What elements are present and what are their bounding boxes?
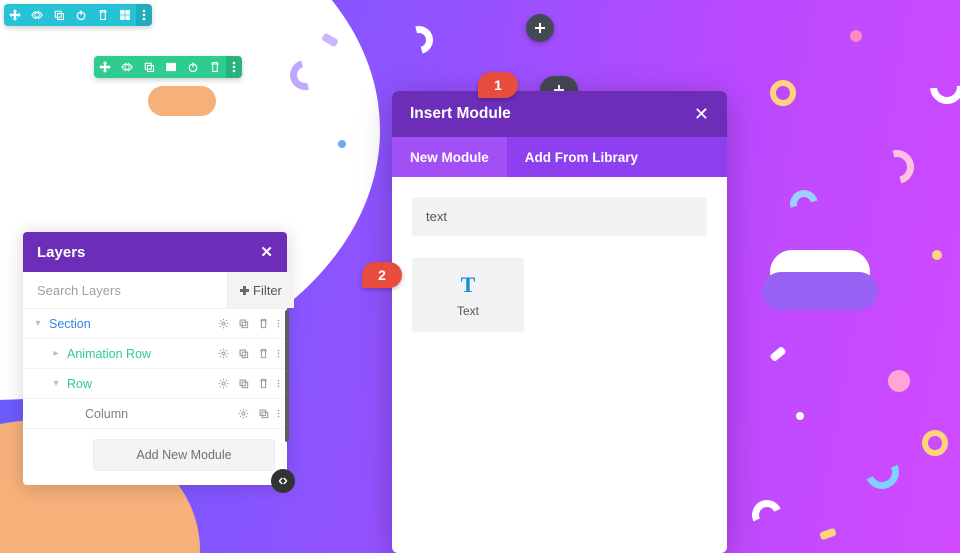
modal-tabs: New Module Add From Library — [392, 137, 727, 177]
layers-title: Layers — [37, 244, 85, 261]
layers-panel: Layers ✕ Filter ▾Section▸Animation Row▾R… — [23, 232, 287, 485]
gear-icon[interactable] — [213, 344, 233, 364]
confetti-dot — [338, 140, 346, 148]
trash-icon[interactable] — [253, 314, 273, 334]
more-icon[interactable] — [136, 4, 152, 26]
add-new-module-label: Add New Module — [136, 448, 231, 462]
more-icon[interactable] — [273, 378, 283, 389]
confetti-arc — [400, 21, 438, 59]
gear-icon[interactable] — [116, 56, 138, 78]
power-icon[interactable] — [70, 4, 92, 26]
close-icon[interactable]: ✕ — [694, 104, 709, 125]
module-result-text[interactable]: T Text — [412, 258, 524, 332]
layer-label[interactable]: Animation Row — [63, 347, 213, 361]
page-canvas: Layers ✕ Filter ▾Section▸Animation Row▾R… — [0, 0, 960, 553]
gear-icon[interactable] — [213, 374, 233, 394]
confetti-arc — [860, 450, 904, 494]
layer-row: ▾Row — [23, 369, 287, 399]
layer-label[interactable]: Section — [45, 317, 213, 331]
chevron-icon[interactable]: ▾ — [49, 378, 63, 389]
duplicate-icon[interactable] — [48, 4, 70, 26]
resize-handle[interactable] — [271, 469, 295, 493]
close-icon[interactable]: ✕ — [260, 243, 273, 261]
move-icon[interactable] — [4, 4, 26, 26]
chevron-icon[interactable]: ▸ — [49, 348, 63, 359]
confetti-dot — [888, 370, 910, 392]
duplicate-icon[interactable] — [233, 314, 253, 334]
text-icon: T — [461, 272, 476, 298]
scrollbar-thumb[interactable] — [285, 310, 289, 442]
duplicate-icon[interactable] — [233, 344, 253, 364]
confetti-dot — [850, 30, 862, 42]
confetti-arc — [785, 185, 823, 223]
row-toolbar — [94, 56, 242, 78]
confetti-arc — [748, 496, 786, 534]
add-section-button[interactable] — [526, 14, 554, 42]
more-icon[interactable] — [226, 56, 242, 78]
section-toolbar — [4, 4, 152, 26]
annotation-badge-1: 1 — [478, 72, 518, 98]
modal-body: T Text — [392, 177, 727, 352]
chevron-icon[interactable]: ▾ — [31, 318, 45, 329]
grid-icon[interactable] — [114, 4, 136, 26]
duplicate-icon[interactable] — [253, 404, 273, 424]
layer-label[interactable]: Column — [81, 407, 233, 421]
module-result-label: Text — [457, 304, 479, 318]
layers-search-row: Filter — [23, 272, 287, 309]
duplicate-icon[interactable] — [138, 56, 160, 78]
tab-label: Add From Library — [525, 150, 638, 165]
trash-icon[interactable] — [92, 4, 114, 26]
add-new-module-button[interactable]: Add New Module — [93, 439, 275, 471]
trash-icon[interactable] — [204, 56, 226, 78]
confetti-rect — [769, 346, 786, 362]
filter-button[interactable]: Filter — [227, 272, 294, 308]
confetti-dot — [932, 250, 942, 260]
modal-header[interactable]: Insert Module ✕ — [392, 91, 727, 137]
gear-icon[interactable] — [213, 314, 233, 334]
confetti-ring — [922, 430, 948, 456]
confetti-ring — [770, 80, 796, 106]
trash-icon[interactable] — [253, 374, 273, 394]
move-icon[interactable] — [94, 56, 116, 78]
more-icon[interactable] — [273, 348, 283, 359]
confetti-arc — [874, 144, 920, 190]
trash-icon[interactable] — [253, 344, 273, 364]
bg-blob-orange-small — [148, 86, 216, 116]
layer-row: ▾Section — [23, 309, 287, 339]
tab-label: New Module — [410, 150, 489, 165]
power-icon[interactable] — [182, 56, 204, 78]
modal-title: Insert Module — [410, 105, 511, 123]
confetti-arc — [923, 63, 960, 111]
layers-tree: ▾Section▸Animation Row▾RowColumn — [23, 309, 287, 429]
duplicate-icon[interactable] — [233, 374, 253, 394]
layers-search-input[interactable] — [23, 273, 227, 308]
layer-row: ▸Animation Row — [23, 339, 287, 369]
layers-header[interactable]: Layers ✕ — [23, 232, 287, 272]
gear-icon[interactable] — [233, 404, 253, 424]
columns-icon[interactable] — [160, 56, 182, 78]
confetti-rect — [819, 528, 837, 541]
bg-blob-purple — [762, 272, 878, 310]
more-icon[interactable] — [273, 408, 283, 419]
insert-module-modal: Insert Module ✕ New Module Add From Libr… — [392, 91, 727, 553]
layer-row: Column — [23, 399, 287, 429]
tab-add-from-library[interactable]: Add From Library — [507, 137, 656, 177]
gear-icon[interactable] — [26, 4, 48, 26]
layer-label[interactable]: Row — [63, 377, 213, 391]
filter-label: Filter — [253, 283, 282, 298]
annotation-badge-2: 2 — [362, 262, 402, 288]
more-icon[interactable] — [273, 318, 283, 329]
tab-new-module[interactable]: New Module — [392, 137, 507, 177]
confetti-dot — [796, 412, 804, 420]
module-search-input[interactable] — [412, 197, 707, 236]
